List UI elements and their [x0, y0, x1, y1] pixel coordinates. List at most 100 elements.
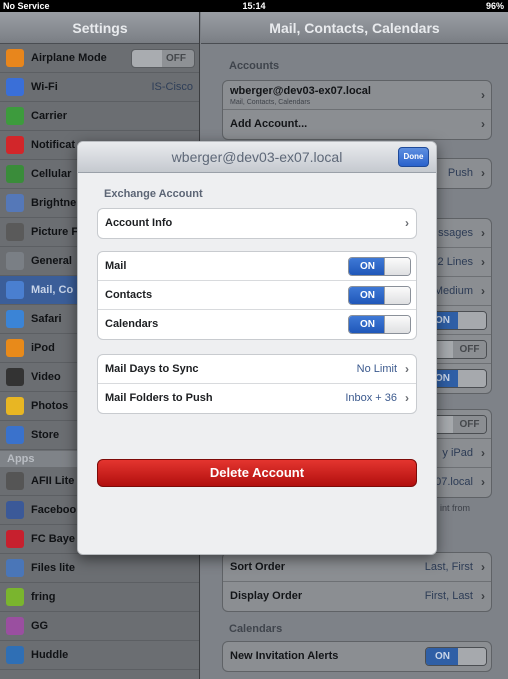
phone-icon: [6, 107, 24, 125]
brightness-icon: [6, 194, 24, 212]
account-info-group: Account Info ›: [97, 208, 417, 239]
wifi-icon: [6, 78, 24, 96]
contacts-toggle-row: Contacts ON: [98, 281, 416, 310]
new-invitation-row[interactable]: New Invitation Alerts ON: [223, 642, 491, 671]
sidebar-item-label: Huddle: [31, 649, 69, 661]
gear-icon: [6, 252, 24, 270]
video-icon: [6, 368, 24, 386]
footnote: int from: [439, 503, 470, 513]
sidebar-item-label: Airplane Mode: [31, 52, 107, 64]
sidebar-app-huddle[interactable]: Huddle: [0, 641, 199, 670]
display-order-value: First, Last: [424, 590, 473, 602]
sidebar-item-label: Mail, Co: [31, 284, 74, 296]
sidebar-item-label: Carrier: [31, 110, 68, 122]
signature-value: y iPad: [442, 447, 473, 459]
sidebar-item-label: AFII Lite: [31, 475, 75, 487]
add-account-row[interactable]: Add Account... ›: [223, 110, 491, 139]
chevron-right-icon: ›: [481, 255, 485, 269]
sidebar-item-label: Notificat: [31, 139, 75, 151]
sidebar-item-label: iPod: [31, 342, 55, 354]
sidebar-item-label: Wi-Fi: [31, 81, 58, 93]
mail-label: Mail: [105, 260, 127, 272]
sidebar-item-label: Cellular: [31, 168, 72, 180]
add-account-label: Add Account...: [230, 118, 308, 130]
account-email: wberger@dev03-ex07.local: [230, 85, 371, 97]
picture-frame-icon: [6, 223, 24, 241]
airplane-mode-toggle[interactable]: OFF: [131, 49, 195, 68]
facebook-icon: [6, 501, 24, 519]
sidebar-item-label: Safari: [31, 313, 62, 325]
calendars-toggle[interactable]: ON: [348, 315, 411, 334]
sidebar-item-carrier[interactable]: Carrier: [0, 102, 199, 131]
exchange-account-header: Exchange Account: [104, 188, 203, 200]
display-order-label: Display Order: [230, 590, 303, 602]
sidebar-item-label: Video: [31, 371, 61, 383]
accounts-header: Accounts: [229, 60, 280, 72]
mail-toggle[interactable]: ON: [348, 257, 411, 276]
accounts-group: wberger@dev03-ex07.local Mail, Contacts,…: [222, 80, 492, 140]
display-order-row[interactable]: Display Order First, Last ›: [223, 582, 491, 611]
modal-body: Exchange Account Account Info › Mail ON …: [78, 173, 436, 554]
mail-days-to-sync-row[interactable]: Mail Days to Sync No Limit ›: [98, 355, 416, 384]
sidebar-app-files-lite[interactable]: Files lite: [0, 554, 199, 583]
sort-order-label: Sort Order: [230, 561, 286, 573]
sidebar-item-label: General: [31, 255, 72, 267]
sidebar-item-wifi[interactable]: Wi-Fi IS-Cisco: [0, 73, 199, 102]
mail-days-value: No Limit: [356, 363, 397, 375]
notifications-icon: [6, 136, 24, 154]
battery-label: 96%: [485, 1, 504, 11]
app-icon: [6, 588, 24, 606]
contacts-label: Contacts: [105, 289, 153, 301]
status-bar: No Service 15:14 96%: [0, 0, 508, 12]
sidebar-item-label: fring: [31, 591, 56, 603]
account-info-label: Account Info: [105, 217, 173, 229]
chevron-right-icon: ›: [405, 216, 409, 230]
push-folders-value: Inbox + 36: [345, 392, 397, 404]
sidebar-item-label: Faceboo: [31, 504, 77, 516]
sort-order-value: Last, First: [424, 561, 473, 573]
sidebar-item-label: Picture F: [31, 226, 79, 238]
store-icon: [6, 426, 24, 444]
push-folders-label: Mail Folders to Push: [105, 392, 213, 404]
clock: 15:14: [242, 1, 266, 11]
chevron-right-icon: ›: [481, 226, 485, 240]
chevron-right-icon: ›: [481, 560, 485, 574]
chevron-right-icon: ›: [405, 391, 409, 405]
fetch-value: Push: [447, 167, 473, 179]
sidebar-item-label: Photos: [31, 400, 69, 412]
sidebar-app-fring[interactable]: fring: [0, 583, 199, 612]
app-icon: [6, 472, 24, 490]
main-title: Mail, Contacts, Calendars: [201, 12, 508, 44]
new-invitation-toggle[interactable]: ON: [425, 647, 487, 666]
chevron-right-icon: ›: [481, 446, 485, 460]
new-invitation-label: New Invitation Alerts: [230, 650, 339, 662]
chevron-right-icon: ›: [481, 117, 485, 131]
sidebar-item-label: Store: [31, 429, 60, 441]
sidebar-title: Settings: [0, 12, 199, 44]
mail-icon: [6, 281, 24, 299]
chevron-right-icon: ›: [405, 362, 409, 376]
sidebar-item-airplane-mode[interactable]: Airplane Mode OFF: [0, 44, 199, 73]
preview-value: 2 Lines: [437, 256, 473, 268]
photos-icon: [6, 397, 24, 415]
calendars-label: Calendars: [105, 318, 159, 330]
app-icon: [6, 559, 24, 577]
sidebar-app-gg[interactable]: GG: [0, 612, 199, 641]
wifi-network-value: IS-Cisco: [151, 81, 193, 93]
done-button[interactable]: Done: [398, 147, 429, 167]
account-info-row[interactable]: Account Info ›: [98, 209, 416, 238]
default-account-value: 07.local: [435, 476, 473, 488]
ipod-icon: [6, 339, 24, 357]
account-modal: wberger@dev03-ex07.local Done Exchange A…: [77, 141, 437, 555]
sort-order-row[interactable]: Sort Order Last, First ›: [223, 553, 491, 582]
delete-account-button[interactable]: Delete Account: [97, 459, 417, 487]
font-size-value: Medium: [433, 285, 473, 297]
mail-folders-to-push-row[interactable]: Mail Folders to Push Inbox + 36 ›: [98, 384, 416, 413]
account-row[interactable]: wberger@dev03-ex07.local Mail, Contacts,…: [223, 81, 491, 110]
account-subtitle: Mail, Contacts, Calendars: [230, 99, 311, 106]
chevron-right-icon: ›: [481, 88, 485, 102]
safari-icon: [6, 310, 24, 328]
contacts-toggle[interactable]: ON: [348, 286, 411, 305]
chevron-right-icon: ›: [481, 589, 485, 603]
sync-group: Mail Days to Sync No Limit › Mail Folder…: [97, 354, 417, 414]
